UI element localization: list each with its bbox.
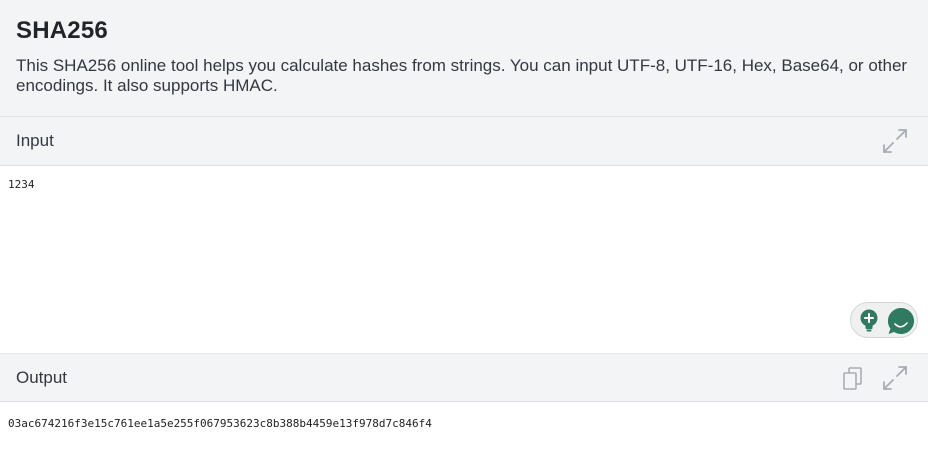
expand-icon[interactable] bbox=[881, 127, 909, 155]
copy-icon[interactable] bbox=[839, 364, 867, 392]
output-value[interactable]: 03ac674216f3e15c761ee1a5e255f067953623c8… bbox=[0, 403, 928, 462]
input-label: Input bbox=[16, 131, 54, 150]
assistant-widget[interactable] bbox=[850, 302, 918, 338]
output-label: Output bbox=[16, 368, 68, 387]
page-description: This SHA256 online tool helps you calcul… bbox=[16, 56, 908, 95]
chat-icon[interactable] bbox=[886, 306, 916, 336]
output-panel-header: Output bbox=[0, 353, 928, 402]
input-panel-header: Input bbox=[0, 117, 928, 166]
page-header: SHA256 This SHA256 online tool helps you… bbox=[0, 0, 928, 117]
input-textarea[interactable] bbox=[0, 166, 928, 352]
lightbulb-icon[interactable] bbox=[858, 309, 880, 333]
page-title: SHA256 bbox=[16, 17, 108, 44]
expand-icon[interactable] bbox=[881, 364, 909, 392]
